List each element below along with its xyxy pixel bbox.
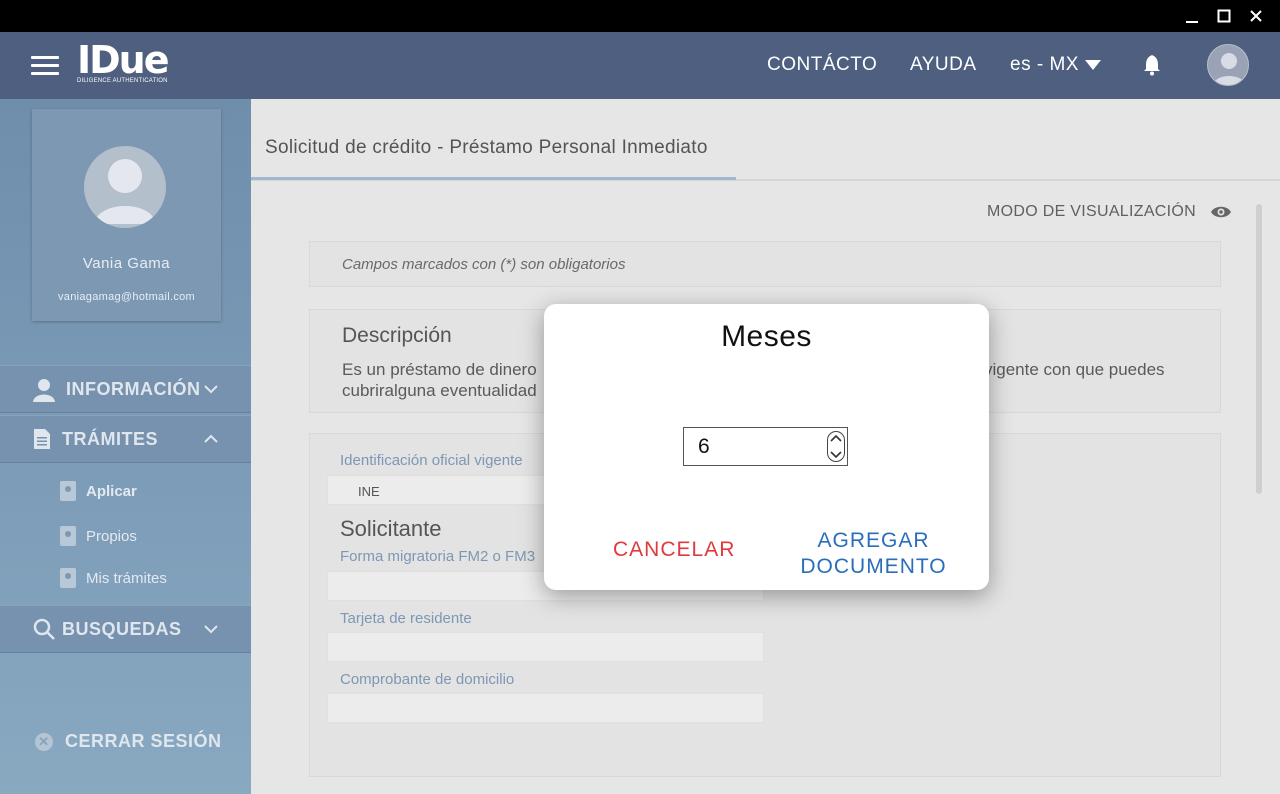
notifications-button[interactable] [1142, 54, 1162, 81]
button-label-line1: AGREGAR [817, 529, 930, 552]
close-circle-icon: ✕ [35, 732, 53, 751]
maximize-button[interactable] [1208, 0, 1240, 32]
logout-button[interactable]: ✕ CERRAR SESIÓN [35, 731, 222, 752]
section-label: INFORMACIÓN [66, 378, 201, 399]
address-field[interactable] [327, 693, 764, 723]
add-document-button[interactable]: AGREGAR DOCUMENTO [792, 528, 955, 580]
sidebar: Vania Gama vaniagamag@hotmail.com INFORM… [0, 99, 251, 794]
sidebar-section-tramites[interactable]: TRÁMITES [0, 415, 251, 463]
section-heading: Solicitante [340, 516, 442, 541]
user-silhouette-icon [94, 159, 156, 224]
chevron-down-icon [204, 385, 218, 394]
view-mode-toggle[interactable]: MODO DE VISUALIZACIÓN [987, 203, 1232, 221]
eye-icon [1211, 206, 1231, 218]
chevron-up-icon [204, 434, 218, 443]
language-selector[interactable]: es - MX [1010, 54, 1101, 76]
close-icon [1250, 10, 1262, 22]
resident-field[interactable] [327, 632, 764, 662]
field-label: Tarjeta de residente [340, 610, 472, 627]
app-logo: IDue DILIGENCE AUTHENTICATION [77, 38, 170, 84]
description-text: vigente con que puedes [984, 360, 1165, 379]
language-label: es - MX [1010, 54, 1079, 75]
sidebar-item-label: Mis trámites [86, 569, 167, 587]
profile-name: Vania Gama [82, 255, 171, 272]
description-text: cubriralguna eventualidad [342, 381, 537, 400]
sidebar-item-mis-tramites[interactable]: Mis trámites [60, 568, 167, 588]
logo-subtitle: DILIGENCE AUTHENTICATION [77, 78, 168, 84]
search-icon [33, 618, 55, 640]
profile-avatar [84, 146, 166, 228]
section-label: TRÁMITES [62, 428, 158, 449]
id-card-icon [60, 526, 76, 546]
vertical-scrollbar[interactable] [1256, 204, 1262, 494]
document-icon [34, 429, 50, 449]
user-avatar-icon[interactable] [1207, 44, 1249, 86]
minimize-icon [1186, 21, 1198, 23]
field-value: INE [358, 484, 380, 499]
number-spinner[interactable] [827, 431, 845, 462]
menu-icon[interactable] [31, 56, 59, 76]
id-card-icon [60, 481, 76, 501]
logo-text: IDue [77, 38, 170, 82]
required-note: Campos marcados con (*) son obligatorios [342, 256, 626, 273]
sidebar-section-informacion[interactable]: INFORMACIÓN [0, 365, 251, 413]
button-label-line2: DOCUMENTO [800, 555, 947, 578]
chevron-down-icon [204, 625, 218, 634]
maximize-icon [1217, 9, 1231, 23]
bell-icon [1144, 55, 1160, 76]
logout-label: CERRAR SESIÓN [65, 731, 222, 751]
months-number-input[interactable]: 6 [683, 427, 848, 466]
cancel-button[interactable]: CANCELAR [613, 538, 735, 562]
close-window-button[interactable] [1240, 0, 1272, 32]
section-label: BUSQUEDAS [62, 618, 182, 639]
minimize-button[interactable] [1176, 0, 1208, 32]
sidebar-item-aplicar[interactable]: Aplicar [60, 481, 137, 501]
caret-down-icon [1084, 60, 1101, 70]
nav-contacto-link[interactable]: CONTÁCTO [767, 54, 877, 76]
months-value: 6 [698, 435, 710, 458]
tab-bar: Solicitud de crédito - Préstamo Personal… [251, 99, 1280, 181]
id-card-icon [60, 568, 76, 588]
description-text: Es un préstamo de dinero [342, 360, 537, 379]
sidebar-item-label: Aplicar [86, 482, 137, 500]
avatar-silhouette [1213, 53, 1245, 85]
months-dialog: Meses 6 CANCELAR AGREGAR DOCUMENTO [544, 304, 989, 590]
required-note-box: Campos marcados con (*) son obligatorios [309, 241, 1221, 287]
field-label: Forma migratoria FM2 o FM3 [340, 548, 536, 565]
nav-ayuda-link[interactable]: AYUDA [910, 54, 977, 76]
field-label: Identificación oficial vigente [340, 452, 523, 469]
profile-email: vaniagamag@hotmail.com [58, 291, 195, 303]
spinner-down-icon[interactable] [830, 451, 842, 459]
user-icon [33, 379, 55, 402]
window-titlebar [0, 0, 1280, 32]
profile-card: Vania Gama vaniagamag@hotmail.com [32, 109, 221, 321]
description-title: Descripción [342, 324, 452, 347]
field-label: Comprobante de domicilio [340, 671, 515, 688]
sidebar-section-busquedas[interactable]: BUSQUEDAS [0, 605, 251, 653]
tab-active-indicator [251, 177, 736, 180]
dialog-title: Meses [721, 320, 812, 353]
app-header: IDue DILIGENCE AUTHENTICATION CONTÁCTO A… [0, 32, 1280, 99]
sidebar-item-propios[interactable]: Propios [60, 526, 137, 546]
sidebar-item-label: Propios [86, 527, 137, 545]
view-mode-label: MODO DE VISUALIZACIÓN [987, 203, 1196, 220]
spinner-up-icon[interactable] [830, 434, 842, 442]
tab-solicitud[interactable]: Solicitud de crédito - Préstamo Personal… [265, 137, 708, 159]
